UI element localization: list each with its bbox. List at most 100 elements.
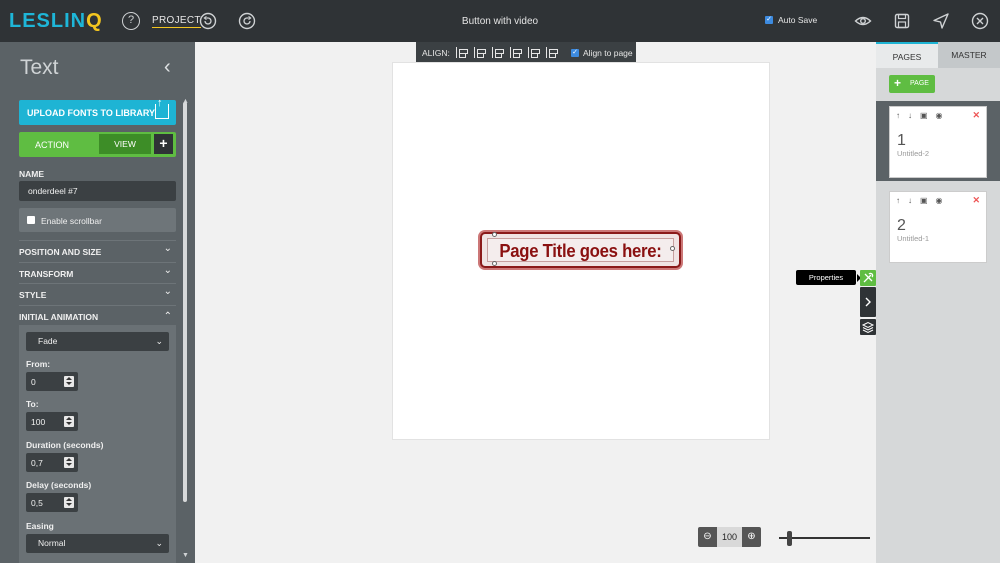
align-to-page-toggle[interactable]: ✓ Align to page [571,48,633,58]
resize-handle[interactable] [492,232,497,237]
enable-scrollbar-label: Enable scrollbar [41,216,102,226]
align-label: ALIGN: [422,48,450,58]
page-tools-icons[interactable]: ↑↓▣◉ [896,111,951,120]
align-right-icon[interactable] [492,47,504,58]
chevron-down-icon: ⌄ [163,265,172,276]
properties-panel: Text ‹ UPLOAD FONTS TO LIBRARY ACTION VI… [0,42,195,563]
chevron-down-icon: ⌄ [163,286,172,297]
align-to-page-checkbox[interactable]: ✓ [571,49,579,57]
zoom-level-input[interactable]: 100 [717,527,742,547]
page-name: Untitled-2 [897,149,930,158]
resize-handle[interactable] [670,246,675,251]
page-card[interactable]: ↑↓▣◉ ✕ 2 Untitled-1 [889,191,987,263]
zoom-slider-handle[interactable] [787,531,792,546]
delay-stepper[interactable]: 0,5 [26,493,78,512]
add-action-plus-icon[interactable]: + [154,134,173,154]
name-input[interactable]: onderdeel #7 [19,181,176,201]
align-bottom-icon[interactable] [546,47,558,58]
expand-chevron-right-icon[interactable] [860,287,876,317]
section-transform[interactable]: TRANSFORM ⌄ [19,262,176,282]
spinner-icon[interactable] [64,416,74,427]
upload-icon [155,97,169,119]
page-title-element[interactable]: Page Title goes here: [480,232,681,268]
align-middle-icon[interactable] [528,47,540,58]
preview-eye-icon[interactable] [854,12,872,30]
to-stepper[interactable]: 100 [26,412,78,431]
align-center-horizontal-icon[interactable] [474,47,486,58]
autosave-checkbox[interactable]: ✓ [765,16,773,24]
tab-master[interactable]: MASTER [938,42,1000,68]
add-page-button[interactable]: + PAGE [889,75,935,93]
properties-tooltip: Properties [796,270,861,285]
align-left-icon[interactable] [456,47,468,58]
delete-page-icon[interactable]: ✕ [972,195,980,206]
panel-title: Text [20,56,59,79]
autosave-label: Auto Save [778,15,818,25]
help-icon[interactable]: ? [122,12,140,30]
duration-stepper[interactable]: 0,7 [26,453,78,472]
easing-value: Normal [38,538,66,548]
animation-type-value: Fade [38,336,58,346]
scrollbar-option: Enable scrollbar [19,208,176,232]
close-icon[interactable] [971,12,989,30]
zoom-out-icon[interactable]: ⊖ [698,527,717,547]
section-style[interactable]: STYLE ⌄ [19,283,176,303]
page-card[interactable]: ↑↓▣◉ ✕ 1 Untitled-2 [889,106,987,178]
page-number: 2 [897,217,906,234]
section-initial-animation[interactable]: INITIAL ANIMATION ⌃ [19,305,176,325]
view-action-button[interactable]: VIEW [99,134,151,154]
from-stepper[interactable]: 0 [26,372,78,391]
tab-pages[interactable]: PAGES [876,42,938,68]
scroll-down-icon[interactable]: ▼ [182,552,189,559]
spinner-icon[interactable] [64,376,74,387]
plus-icon: + [894,76,902,90]
section-position-and-size[interactable]: POSITION AND SIZE ⌄ [19,240,176,260]
easing-select[interactable]: Normal ⌄ [26,534,169,553]
from-label: From: [26,359,51,369]
chevron-down-icon: ⌄ [155,538,163,548]
panel-scrollbar[interactable] [183,102,187,502]
delay-label: Delay (seconds) [26,480,92,490]
pages-panel: PAGES MASTER + PAGE ↑↓▣◉ ✕ 1 Untitled-2 … [876,42,1000,563]
document-title: Button with video [461,16,539,27]
collapse-panel-chevron-icon[interactable]: ‹ [164,56,171,79]
duration-label: Duration (seconds) [26,440,104,450]
page-thumbnail-selected[interactable]: ↑↓▣◉ ✕ 1 Untitled-2 [876,101,1000,181]
to-label: To: [26,399,39,409]
layers-icon[interactable] [860,319,876,335]
delete-page-icon[interactable]: ✕ [972,110,980,121]
top-bar: LESLINQ ? PROJECT Button with video ✓ Au… [0,0,1000,42]
spinner-icon[interactable] [64,497,74,508]
section-title: TRANSFORM [19,269,74,279]
align-top-icon[interactable] [510,47,522,58]
animation-settings: Fade ⌄ From: 0 To: 100 Duration (seconds… [19,325,176,563]
animation-type-select[interactable]: Fade ⌄ [26,332,169,351]
zoom-control: ⊖ 100 ⊕ [698,527,761,547]
chevron-up-icon: ⌃ [163,311,172,322]
logo-text: LESLINQ [9,10,103,32]
zoom-in-icon[interactable]: ⊕ [742,527,761,547]
project-link[interactable]: PROJECT [152,15,201,28]
align-to-page-label: Align to page [583,48,633,58]
upload-fonts-label: UPLOAD FONTS TO LIBRARY [27,107,155,118]
zoom-slider-track[interactable] [779,537,870,539]
save-icon[interactable] [893,12,911,30]
to-value: 100 [31,417,46,427]
undo-icon[interactable] [199,12,217,30]
resize-handle[interactable] [492,261,497,266]
delay-value: 0,5 [31,498,43,508]
chevron-down-icon: ⌄ [163,243,172,254]
autosave-toggle[interactable]: ✓ Auto Save [765,15,817,25]
properties-tools-icon[interactable] [860,270,876,286]
action-label: ACTION [35,140,70,150]
publish-send-icon[interactable] [932,12,950,30]
duration-value: 0,7 [31,458,43,468]
page-thumbnail[interactable]: ↑↓▣◉ ✕ 2 Untitled-1 [876,186,1000,266]
page-tools-icons[interactable]: ↑↓▣◉ [896,196,951,205]
chevron-down-icon: ⌄ [155,336,163,346]
name-label: NAME [19,169,45,179]
spinner-icon[interactable] [64,457,74,468]
enable-scrollbar-checkbox[interactable] [27,216,35,224]
redo-icon[interactable] [238,12,256,30]
upload-fonts-button[interactable]: UPLOAD FONTS TO LIBRARY [19,97,176,125]
